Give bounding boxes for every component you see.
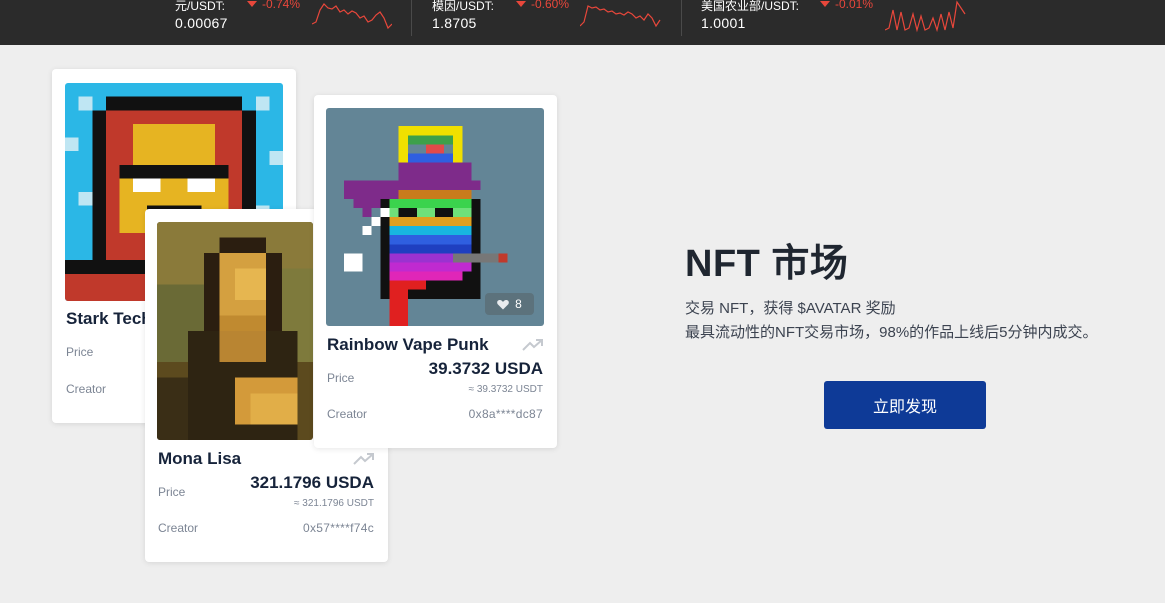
arrow-down-icon	[247, 1, 257, 7]
price-approx: ≈ 321.1796 USDT	[294, 498, 374, 509]
creator-label: Creator	[158, 521, 199, 535]
creator-label: Creator	[66, 382, 107, 396]
creator-address[interactable]: 0x8a****dc87	[469, 407, 543, 421]
discover-button[interactable]: 立即发现	[824, 381, 986, 429]
ticker-change: -0.74%	[247, 0, 300, 11]
trending-up-icon[interactable]	[353, 452, 375, 466]
arrow-down-icon	[820, 1, 830, 7]
ticker-pair: 模因/USDT:	[432, 0, 495, 13]
sparkline-chart	[885, 0, 966, 33]
price-label: Price	[158, 485, 186, 499]
ticker-price: 1.0001	[701, 15, 746, 31]
ticker-price: 0.00067	[175, 15, 228, 31]
price-amount: 321.1796 USDA	[250, 473, 374, 492]
nft-title[interactable]: Rainbow Vape Punk	[327, 335, 489, 355]
ticker-divider	[681, 0, 682, 36]
ticker-change: -0.60%	[516, 0, 569, 11]
nft-title[interactable]: Mona Lisa	[158, 449, 241, 469]
price-approx: ≈ 39.3732 USDT	[468, 384, 543, 395]
ticker-price: 1.8705	[432, 15, 477, 31]
sparkline-chart	[580, 5, 661, 28]
ticker-change: -0.01%	[820, 0, 873, 11]
trending-up-icon[interactable]	[522, 338, 544, 352]
price-amount: 39.3732 USDA	[428, 359, 543, 378]
price-label: Price	[327, 371, 355, 385]
section-description: 最具流动性的NFT交易市场，98%的作品上线后5分钟内成交。	[685, 324, 1098, 341]
nft-artwork-mona-lisa[interactable]	[157, 222, 313, 440]
like-button[interactable]: 8	[485, 293, 534, 315]
creator-address[interactable]: 0x57****f74c	[303, 521, 374, 535]
section-title: NFT 市场	[685, 243, 849, 285]
price-label: Price	[66, 345, 94, 359]
ticker-pair: 美国农业部/USDT:	[701, 0, 800, 13]
ticker-pair: 元/USDT:	[175, 0, 226, 13]
price-ticker-bar: 元/USDT: -0.74% 0.00067 模因/USDT: -0.60% 1…	[0, 0, 1165, 45]
ticker-divider	[411, 0, 412, 36]
like-count: 8	[515, 297, 522, 311]
arrow-down-icon	[516, 1, 526, 7]
section-subtitle: 交易 NFT，获得 $AVATAR 奖励	[685, 300, 896, 317]
nft-title[interactable]: Stark Tech	[66, 309, 152, 329]
creator-label: Creator	[327, 407, 368, 421]
heart-icon	[497, 299, 509, 309]
sparkline-chart	[312, 3, 392, 30]
nft-artwork-rainbow-vape-punk[interactable]: 8	[326, 108, 544, 326]
nft-card-rainbow-vape-punk[interactable]: 8 Rainbow Vape Punk Price 39.3732 USDA ≈…	[314, 95, 557, 448]
